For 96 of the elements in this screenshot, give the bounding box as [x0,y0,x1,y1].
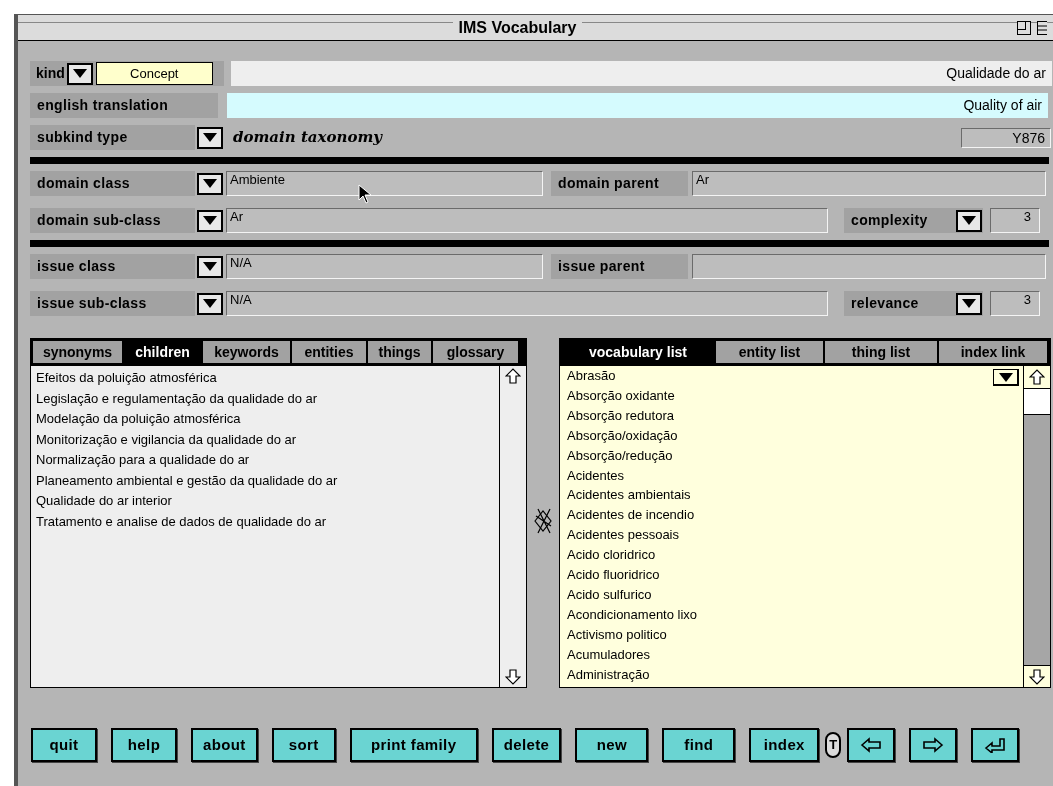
action-button[interactable]: index [749,728,820,762]
action-button[interactable]: find [662,728,736,762]
list-item[interactable]: Efeitos da poluição atmosférica [36,368,499,389]
tab[interactable]: glossary [433,341,518,363]
action-button[interactable]: print family [349,728,478,762]
caret-icon [203,133,217,142]
list-item[interactable]: Acido fluoridrico [567,565,1023,585]
scroll-thumb[interactable] [1024,389,1050,415]
list-item[interactable]: Absorção/redução [567,445,1023,466]
field-label: subkind type [30,125,195,150]
caret-icon [998,372,1013,382]
action-button[interactable]: quit [31,728,97,762]
action-button[interactable]: new [575,728,649,762]
nav-button[interactable] [971,728,1020,762]
caret-icon [203,216,217,225]
dropdown-button[interactable] [66,62,93,85]
tab[interactable]: synonyms [33,341,122,363]
subclass-field[interactable]: Ar [226,208,828,233]
tab[interactable]: entities [292,341,366,363]
dropdown-button[interactable] [197,292,223,315]
tab[interactable]: thing list [825,341,937,363]
zoom-box-icon[interactable] [1017,20,1031,35]
parent-field[interactable]: Ar [692,171,1046,196]
field-label: english translation [30,93,218,118]
list-item[interactable]: Acidentes de incendio [567,505,1023,526]
class-field[interactable]: N/A [226,254,543,279]
list-item[interactable]: Acido cloridrico [567,545,1023,566]
list-item[interactable]: Acidentes pessoais [567,525,1023,546]
list-item[interactable]: Administração [567,664,1023,685]
list-item[interactable]: Planeamento ambiental e gestão da qualidade do ar [36,470,499,491]
dropdown-button[interactable] [197,209,223,232]
action-button[interactable]: help [111,728,177,762]
field-label: issue parent [551,254,688,279]
tool-badge[interactable]: T [825,732,842,758]
tab[interactable]: keywords [203,341,290,363]
left-arrow-icon [860,737,883,753]
list-item[interactable]: Acondicionamento lixo [567,604,1023,625]
dropdown-button[interactable] [993,369,1019,386]
action-button[interactable]: delete [491,728,562,762]
field-label: issue sub-class [30,291,195,316]
link-icon[interactable] [533,506,553,536]
list-item[interactable]: Qualidade do ar interior [36,491,499,512]
list-item[interactable]: Absorção oxidante [567,385,1023,406]
caret-icon [962,299,976,308]
list-item[interactable]: Absorção redutora [567,405,1023,426]
pointer-icon [358,184,372,204]
scroll-down-icon[interactable] [1029,668,1045,685]
class-field[interactable]: Ambiente [226,171,543,196]
dropdown-button[interactable] [956,292,982,315]
caret-icon [72,69,87,78]
field-label: domain parent [551,171,688,196]
list-item[interactable]: Acidentes ambientais [567,485,1023,506]
list-item[interactable]: Monitorização e vigilancia da qualidade do ar [36,429,499,450]
list-item[interactable]: Acumuladores [567,644,1023,665]
list-item[interactable]: Normalização para a qualidade do ar [36,450,499,471]
list-item[interactable]: Activismo politico [567,624,1023,645]
number-field[interactable]: 3 [990,291,1040,316]
subclass-field[interactable]: N/A [226,291,828,316]
list-item[interactable]: Modelação da poluição atmosférica [36,409,499,430]
nav-button[interactable] [847,728,896,762]
kind-field[interactable]: Concept [95,62,213,85]
dropdown-button[interactable] [956,209,982,232]
field-label: issue class [30,254,195,279]
tab[interactable]: things [368,341,431,363]
field-label: domain class [30,171,195,196]
list-item[interactable]: Acido sulfurico [567,584,1023,605]
list-item[interactable]: Tratamento e analise de dados de qualidade do ar [36,511,499,532]
caret-icon [203,262,217,271]
caret-icon [203,299,217,308]
tab[interactable]: index link [939,341,1047,363]
collapse-box-icon[interactable] [1037,20,1047,35]
action-button[interactable]: sort [271,728,336,762]
list-item[interactable]: Absorção/oxidação [567,425,1023,446]
number-field[interactable]: 3 [990,208,1040,233]
return-arrow-icon [984,737,1007,753]
right-arrow-icon [922,737,945,753]
tab[interactable]: entity list [716,341,823,363]
field-label: kind [36,64,65,83]
dropdown-button[interactable] [197,126,223,149]
scroll-down-icon[interactable] [505,669,521,685]
translation-field[interactable]: Quality of air [227,93,1048,118]
list-item[interactable]: Legislação e regulamentação da qualidade do ar [36,388,499,409]
dropdown-button[interactable] [197,255,223,278]
list-item[interactable]: Acidentes [567,465,1023,486]
term-field[interactable]: Qualidade do ar [231,61,1052,86]
dropdown-button[interactable] [197,172,223,195]
nav-button[interactable] [909,728,958,762]
caret-icon [962,216,976,225]
scroll-up-icon[interactable] [505,368,521,384]
field-label: domain sub-class [30,208,195,233]
scroll-up-icon[interactable] [1029,369,1045,385]
caret-icon [203,179,217,188]
action-button[interactable]: about [191,728,258,762]
list-item[interactable]: Abrasão [567,366,1023,386]
subkind-value: domain taxonomy [233,127,384,149]
code-field: Y876 [961,127,1051,148]
